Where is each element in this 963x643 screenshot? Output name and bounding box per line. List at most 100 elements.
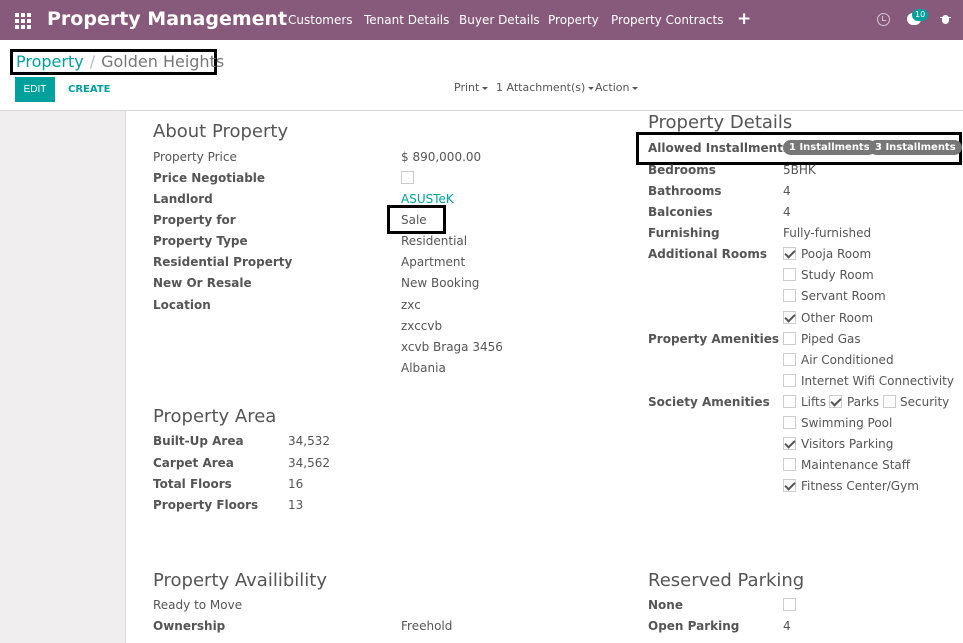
- property-for-label: Property for: [153, 213, 236, 227]
- carpet-area-label: Carpet Area: [153, 456, 234, 470]
- price-negotiable-checkbox[interactable]: [401, 171, 414, 184]
- print-label: Print: [454, 81, 480, 94]
- open-parking-value: 4: [783, 619, 791, 633]
- visitors-parking-checkbox[interactable]: [783, 437, 796, 450]
- new-or-resale-value: New Booking: [401, 276, 480, 290]
- swimming-pool-checkbox[interactable]: [783, 416, 796, 429]
- landlord-label: Landlord: [153, 192, 213, 206]
- edit-button[interactable]: EDIT: [15, 77, 55, 102]
- price-negotiable-label: Price Negotiable: [153, 171, 266, 185]
- study-room-checkbox[interactable]: [783, 268, 796, 281]
- security-checkbox[interactable]: [883, 395, 896, 408]
- total-floors-value: 16: [288, 477, 304, 491]
- built-up-area-label: Built-Up Area: [153, 434, 244, 448]
- property-for-value: Sale: [401, 213, 427, 227]
- other-room-label: Other Room: [801, 311, 874, 325]
- furnishing-value: Fully-furnished: [783, 226, 872, 240]
- swimming-pool-label: Swimming Pool: [801, 416, 893, 430]
- menu-property-contracts[interactable]: Property Contracts: [611, 13, 723, 27]
- caret-down-icon: [588, 86, 595, 90]
- air-conditioned-checkbox[interactable]: [783, 353, 796, 366]
- caret-down-icon: [632, 86, 639, 90]
- landlord-link[interactable]: ASUSTeK: [401, 192, 454, 206]
- breadcrumb-current: Golden Heights: [101, 52, 225, 71]
- other-room-checkbox[interactable]: [783, 311, 796, 324]
- balconies-label: Balconies: [648, 205, 713, 219]
- internet-wifi-label: Internet Wifi Connectivity: [801, 374, 954, 388]
- property-availability-heading: Property Availibility: [153, 570, 327, 591]
- air-conditioned-label: Air Conditioned: [801, 353, 894, 367]
- parking-none-checkbox[interactable]: [783, 598, 796, 611]
- bedrooms-value: 5BHK: [783, 163, 816, 177]
- about-property-heading: About Property: [153, 121, 289, 142]
- piped-gas-checkbox[interactable]: [783, 332, 796, 345]
- location-city-zip: xcvb Braga 3456: [401, 340, 503, 354]
- installment-tag-3[interactable]: 3 Installments: [869, 140, 962, 155]
- additional-rooms-label: Additional Rooms: [648, 247, 767, 261]
- location-label: Location: [153, 298, 211, 312]
- lifts-checkbox[interactable]: [783, 395, 796, 408]
- total-floors-label: Total Floors: [153, 477, 232, 491]
- new-or-resale-label: New Or Resale: [153, 276, 252, 290]
- breadcrumb-separator: /: [89, 52, 96, 71]
- plus-icon[interactable]: +: [737, 9, 751, 29]
- maintenance-staff-label: Maintenance Staff: [801, 458, 911, 472]
- menu-property[interactable]: Property: [548, 13, 599, 27]
- servant-room-label: Servant Room: [801, 289, 886, 303]
- balconies-value: 4: [783, 205, 791, 219]
- visitors-parking-label: Visitors Parking: [801, 437, 894, 451]
- carpet-area-value: 34,562: [288, 456, 330, 470]
- fitness-center-label: Fitness Center/Gym: [801, 479, 919, 493]
- property-price-label: Property Price: [153, 150, 237, 164]
- property-details-heading: Property Details: [648, 112, 793, 133]
- action-dropdown[interactable]: Action: [595, 81, 639, 94]
- app-title: Property Management: [47, 8, 288, 30]
- property-type-label: Property Type: [153, 234, 248, 248]
- property-amenities-label: Property Amenities: [648, 332, 780, 346]
- attachments-dropdown[interactable]: 1 Attachment(s): [496, 81, 595, 94]
- menu-customers[interactable]: Customers: [288, 13, 353, 27]
- property-price-value: $ 890,000.00: [401, 150, 482, 164]
- create-button[interactable]: CREATE: [68, 84, 111, 95]
- residential-property-label: Residential Property: [153, 255, 293, 269]
- pooja-room-checkbox[interactable]: [783, 247, 796, 260]
- furnishing-label: Furnishing: [648, 226, 720, 240]
- ownership-label: Ownership: [153, 619, 226, 633]
- menu-buyer-details[interactable]: Buyer Details: [459, 13, 540, 27]
- lifts-label: Lifts: [801, 395, 826, 409]
- property-floors-label: Property Floors: [153, 498, 259, 512]
- top-navbar: Property Management Customers Tenant Det…: [0, 0, 963, 40]
- internet-wifi-checkbox[interactable]: [783, 374, 796, 387]
- print-dropdown[interactable]: Print: [454, 81, 489, 94]
- maintenance-staff-checkbox[interactable]: [783, 458, 796, 471]
- ownership-value: Freehold: [401, 619, 453, 633]
- servant-room-checkbox[interactable]: [783, 289, 796, 302]
- piped-gas-label: Piped Gas: [801, 332, 861, 346]
- parking-none-label: None: [648, 598, 683, 612]
- built-up-area-value: 34,532: [288, 434, 330, 448]
- property-floors-value: 13: [288, 498, 304, 512]
- breadcrumb-property-link[interactable]: Property: [16, 52, 84, 71]
- debug-bug-icon[interactable]: [940, 12, 951, 26]
- apps-grid-icon[interactable]: [15, 13, 31, 29]
- breadcrumb: Property / Golden Heights: [10, 49, 224, 75]
- property-area-heading: Property Area: [153, 406, 277, 427]
- bedrooms-label: Bedrooms: [648, 163, 716, 177]
- property-type-value: Residential: [401, 234, 468, 248]
- pooja-room-label: Pooja Room: [801, 247, 872, 261]
- bathrooms-label: Bathrooms: [648, 184, 722, 198]
- allowed-installments-label: Allowed Installments: [648, 141, 791, 155]
- clock-icon[interactable]: [877, 13, 890, 26]
- action-label: Action: [595, 81, 630, 94]
- parks-checkbox[interactable]: [829, 395, 842, 408]
- location-country: Albania: [401, 361, 446, 375]
- residential-property-value: Apartment: [401, 255, 466, 269]
- caret-down-icon: [482, 86, 489, 90]
- reserved-parking-heading: Reserved Parking: [648, 570, 805, 591]
- fitness-center-checkbox[interactable]: [783, 479, 796, 492]
- installment-tag-1[interactable]: 1 Installments: [783, 140, 876, 155]
- menu-tenant-details[interactable]: Tenant Details: [364, 13, 449, 27]
- security-label: Security: [900, 395, 950, 409]
- bathrooms-value: 4: [783, 184, 791, 198]
- study-room-label: Study Room: [801, 268, 874, 282]
